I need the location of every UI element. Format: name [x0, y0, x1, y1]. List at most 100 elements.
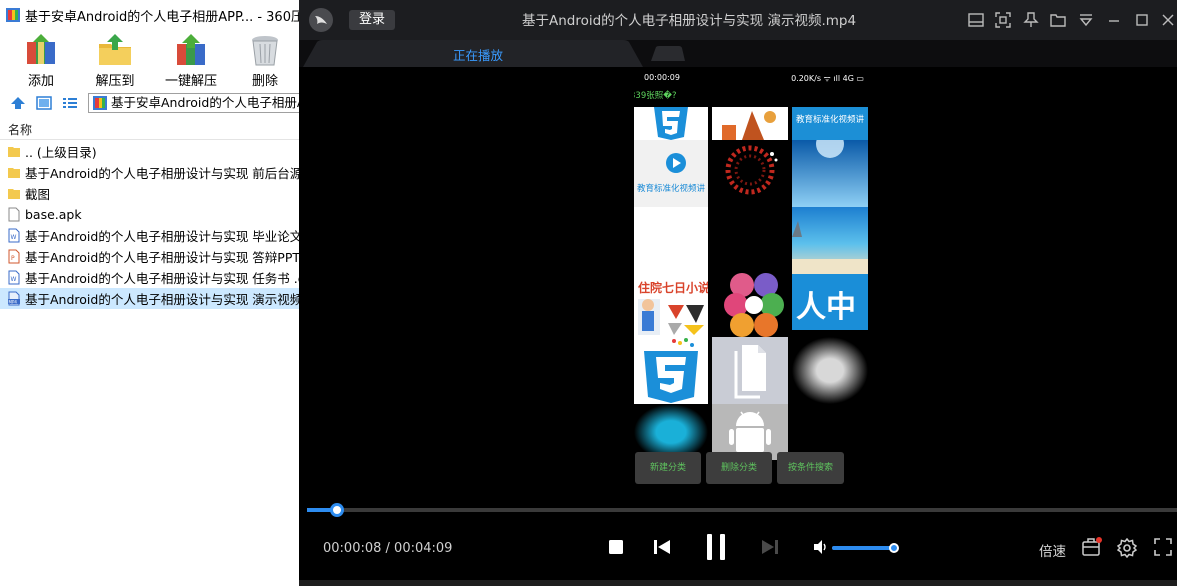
- thumb-caption: 人中: [796, 290, 856, 325]
- volume-slider[interactable]: [832, 543, 899, 553]
- photo-thumb[interactable]: [792, 207, 868, 274]
- archiver-title: 基于安卓Android的个人电子相册APP... - 360压缩: [25, 9, 300, 25]
- delete-label: 删除: [251, 74, 278, 89]
- file-name: base.apk: [25, 207, 82, 222]
- login-button[interactable]: 登录: [349, 10, 395, 30]
- address-input[interactable]: 基于安卓Android的个人电子相册APP: [88, 93, 308, 113]
- window-bottom-edge: [299, 580, 1177, 586]
- photo-thumb[interactable]: 住院七日小说: [634, 207, 708, 337]
- svg-text:W: W: [11, 234, 17, 241]
- volume-icon[interactable]: [813, 540, 829, 554]
- list-view-icon[interactable]: [62, 95, 78, 111]
- toolbox-icon[interactable]: [1081, 537, 1103, 557]
- photo-thumb[interactable]: 教育标准化视频讲: [634, 140, 708, 207]
- photo-thumb[interactable]: [792, 140, 868, 207]
- video-file-icon: MP4: [8, 291, 20, 306]
- word-doc-icon: W: [8, 228, 20, 243]
- file-name: .. (上级目录): [25, 145, 97, 160]
- extract-to-button[interactable]: 解压到: [82, 30, 148, 90]
- thumbnail-view-icon[interactable]: [36, 95, 52, 111]
- photo-thumb[interactable]: [712, 107, 788, 140]
- list-item[interactable]: W 基于Android的个人电子相册设计与实现 毕业论文.doc: [0, 225, 300, 246]
- address-bar: 基于安卓Android的个人电子相册APP: [0, 91, 308, 115]
- previous-icon[interactable]: [653, 539, 671, 555]
- search-by-condition-button[interactable]: 按条件搜索: [777, 452, 844, 484]
- blurred-photo-icon: [792, 337, 868, 404]
- word-doc-icon: W: [8, 270, 20, 285]
- close-icon[interactable]: [1159, 11, 1177, 29]
- list-item[interactable]: W 基于Android的个人电子相册设计与实现 任务书 .doc: [0, 267, 300, 288]
- phone-time: 00:00:09: [644, 73, 680, 82]
- add-label: 添加: [27, 74, 54, 89]
- minimize-icon[interactable]: [1105, 11, 1123, 29]
- delete-category-button[interactable]: 删除分类: [706, 452, 772, 484]
- svg-text:W: W: [11, 276, 17, 283]
- file-name: 基于Android的个人电子相册设计与实现 答辩PPT.ppt: [25, 250, 300, 265]
- one-click-extract-button[interactable]: 一键解压: [158, 30, 224, 90]
- folder-icon: [8, 168, 20, 178]
- tab-now-playing[interactable]: 正在播放: [303, 40, 643, 67]
- pause-icon[interactable]: [705, 533, 727, 561]
- player-title-bar: 登录 基于Android的个人电子相册设计与实现 演示视频.mp4: [299, 0, 1177, 40]
- up-arrow-icon[interactable]: [10, 95, 26, 111]
- photo-thumb[interactable]: [634, 107, 708, 140]
- list-item[interactable]: MP4 基于Android的个人电子相册设计与实现 演示视频.mp4: [0, 288, 300, 309]
- progress-handle[interactable]: [330, 503, 345, 517]
- maximize-icon[interactable]: [1133, 11, 1151, 29]
- photo-thumb[interactable]: [712, 140, 788, 207]
- file-name: 截图: [25, 187, 51, 202]
- settings-gear-icon[interactable]: [1117, 538, 1137, 558]
- column-header-name[interactable]: 名称: [0, 120, 300, 140]
- progress-bar[interactable]: [307, 503, 1177, 517]
- photo-thumb[interactable]: [634, 337, 708, 404]
- one-click-extract-icon: [177, 34, 205, 65]
- volume-handle[interactable]: [889, 543, 899, 553]
- tab-now-playing-label: 正在播放: [453, 48, 504, 63]
- photo-thumb[interactable]: [792, 337, 868, 404]
- photo-thumb[interactable]: 教育标准化视频讲: [792, 107, 868, 140]
- list-item[interactable]: .. (上级目录): [0, 141, 300, 162]
- document-placeholder-icon: [734, 345, 766, 399]
- mini-mode-icon[interactable]: [967, 11, 985, 29]
- file-list: .. (上级目录) 基于Android的个人电子相册设计与实现 前后台源码 截图…: [0, 141, 300, 309]
- photo-thumb[interactable]: [712, 207, 788, 337]
- time-current: 00:00:08 /: [323, 541, 390, 556]
- video-player-window: 登录 基于Android的个人电子相册设计与实现 演示视频.mp4 正在播放 0…: [299, 0, 1177, 580]
- player-tab-bar: 正在播放: [299, 40, 1177, 67]
- loading-ring-icon: [725, 145, 778, 195]
- thumb-caption: 教育标准化视频讲: [795, 115, 864, 125]
- flower-diagram-icon: [724, 273, 784, 337]
- extract-to-label: 解压到: [95, 74, 135, 89]
- video-area[interactable]: 00:00:09 0.20K/s ᯤ ıll 4G ▭ 339张照�? 教育标准…: [299, 67, 1177, 502]
- extract-to-icon: [99, 34, 131, 65]
- svg-text:MP4: MP4: [9, 299, 18, 304]
- phone-status-right: 0.20K/s ᯤ ıll 4G ▭: [791, 74, 864, 83]
- playlist-tab-icon[interactable]: [651, 46, 685, 61]
- new-category-button[interactable]: 新建分类: [635, 452, 701, 484]
- folder-icon: [8, 189, 20, 199]
- playback-speed-button[interactable]: 倍速: [1039, 540, 1066, 560]
- stop-icon[interactable]: [608, 539, 624, 555]
- time-display: 00:00:08 / 00:04:09: [323, 541, 452, 556]
- open-folder-icon[interactable]: [1049, 11, 1067, 29]
- photo-thumb[interactable]: [712, 337, 788, 404]
- list-item[interactable]: P 基于Android的个人电子相册设计与实现 答辩PPT.ppt: [0, 246, 300, 267]
- screenshot-icon[interactable]: [994, 11, 1012, 29]
- delete-button[interactable]: 删除: [232, 30, 298, 90]
- pin-on-top-icon[interactable]: [1022, 11, 1040, 29]
- file-name: 基于Android的个人电子相册设计与实现 任务书 .doc: [25, 271, 300, 286]
- archiver-window: 基于安卓Android的个人电子相册APP... - 360压缩 添加 解压到: [0, 0, 308, 586]
- list-item[interactable]: 截图: [0, 183, 300, 204]
- photo-thumb[interactable]: 人中: [792, 274, 868, 330]
- volume-fill: [832, 546, 894, 550]
- beach-photo-icon: [792, 207, 868, 274]
- list-item[interactable]: 基于Android的个人电子相册设计与实现 前后台源码: [0, 162, 300, 183]
- add-button[interactable]: 添加: [8, 30, 74, 90]
- next-icon[interactable]: [761, 539, 779, 555]
- file-name: 基于Android的个人电子相册设计与实现 毕业论文.doc: [25, 229, 300, 244]
- edu-logo-icon: [654, 107, 688, 140]
- fullscreen-icon[interactable]: [1154, 538, 1172, 556]
- edu-logo-icon: [644, 338, 698, 403]
- list-item[interactable]: base.apk: [0, 204, 300, 225]
- menu-dropdown-icon[interactable]: [1077, 11, 1095, 29]
